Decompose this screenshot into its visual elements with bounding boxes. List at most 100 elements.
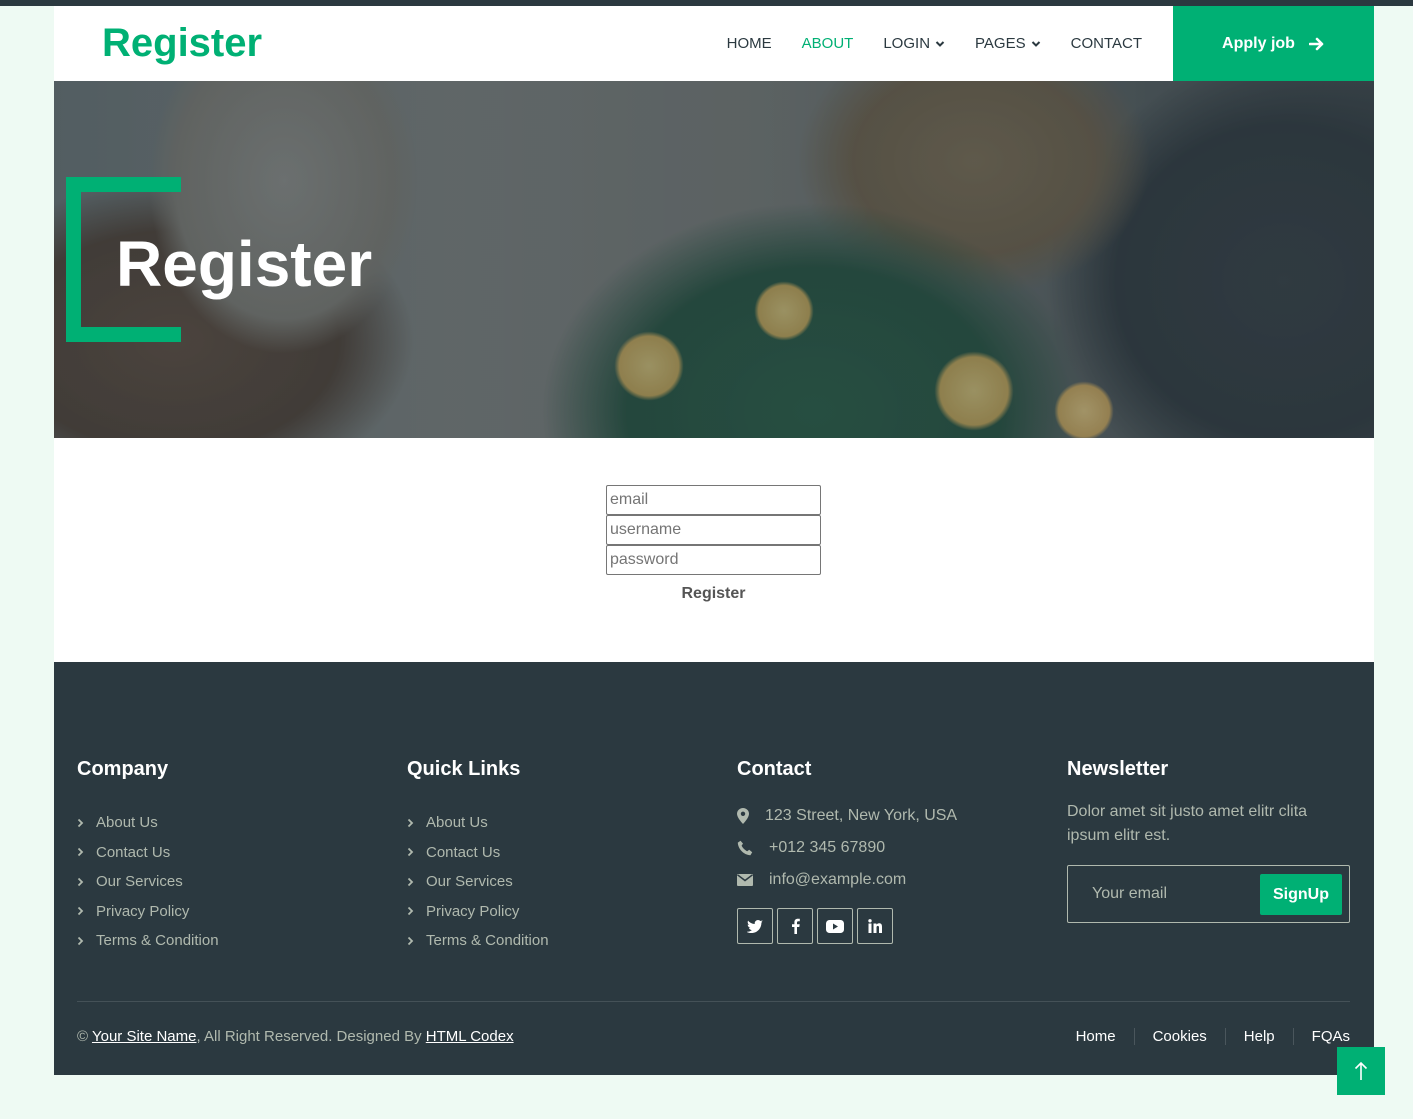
newsletter-form: SignUp: [1067, 865, 1350, 923]
designer-link[interactable]: HTML Codex: [426, 1028, 514, 1045]
linkedin-icon: [868, 919, 882, 933]
chevron-down-icon: [935, 40, 945, 47]
contact-email-text: info@example.com: [769, 871, 907, 888]
chevron-down-icon: [1031, 40, 1040, 47]
chevron-right-icon: [77, 818, 84, 827]
footer-link[interactable]: Contact Us: [407, 838, 549, 868]
copyright-text: , All Right Reserved. Designed By: [196, 1028, 422, 1045]
phone-icon: [737, 840, 769, 856]
nav-item-label: ABOUT: [801, 35, 854, 52]
twitter-button[interactable]: [737, 908, 773, 944]
footer-menu-cookies[interactable]: Cookies: [1133, 1028, 1225, 1045]
footer-link[interactable]: Our Services: [77, 867, 219, 897]
register-form: Register: [606, 485, 821, 603]
footer-link-label: Contact Us: [426, 843, 501, 861]
nav-item-home[interactable]: HOME: [727, 35, 772, 52]
nav-item-login[interactable]: LOGIN: [883, 35, 945, 52]
footer-link-label: About Us: [96, 814, 158, 832]
footer-link[interactable]: About Us: [407, 808, 549, 838]
map-marker-icon: [737, 808, 765, 824]
footer: Company About Us Contact Us Our Services…: [54, 662, 1374, 1075]
footer-menu: Home Cookies Help FQAs: [1058, 1028, 1350, 1045]
footer-link[interactable]: Terms & Condition: [407, 926, 549, 956]
main-content: Register: [54, 438, 1374, 662]
footer-link[interactable]: Our Services: [407, 867, 549, 897]
footer-menu-help[interactable]: Help: [1224, 1028, 1293, 1045]
contact-address: 123 Street, New York, USA: [737, 800, 957, 832]
password-field[interactable]: [606, 545, 821, 575]
nav-menu: HOME ABOUT LOGIN PAGES CONTACT: [697, 6, 1142, 81]
chevron-right-icon: [407, 848, 414, 857]
copyright-symbol: ©: [77, 1028, 89, 1045]
footer-link[interactable]: Privacy Policy: [407, 897, 549, 927]
footer-link[interactable]: Privacy Policy: [77, 897, 219, 927]
footer-divider: [77, 1001, 1350, 1002]
footer-heading: Company: [77, 758, 169, 780]
footer-link-label: Our Services: [96, 873, 183, 891]
apply-job-button[interactable]: Apply job: [1173, 6, 1374, 81]
footer-newsletter: Newsletter Dolor amet sit justo amet eli…: [1067, 758, 1350, 923]
footer-contact: Contact 123 Street, New York, USA +012 3…: [737, 758, 957, 944]
navbar: Register HOME ABOUT LOGIN PAGES CONTACT …: [54, 6, 1374, 81]
chevron-right-icon: [77, 848, 84, 857]
contact-email: info@example.com: [737, 864, 957, 896]
brand-logo[interactable]: Register: [102, 23, 262, 63]
social-links: [737, 908, 957, 944]
contact-address-text: 123 Street, New York, USA: [765, 807, 958, 824]
contact-phone: +012 345 67890: [737, 832, 957, 864]
username-field[interactable]: [606, 515, 821, 545]
envelope-icon: [737, 874, 769, 886]
arrow-right-icon: [1308, 37, 1324, 50]
footer-quick-links: Quick Links About Us Contact Us Our Serv…: [407, 758, 549, 956]
linkedin-button[interactable]: [857, 908, 893, 944]
footer-link-label: Our Services: [426, 873, 513, 891]
footer-heading: Newsletter: [1067, 758, 1169, 780]
chevron-right-icon: [407, 907, 414, 916]
back-to-top-button[interactable]: [1337, 1047, 1385, 1095]
twitter-icon: [747, 919, 763, 933]
footer-menu-faqs[interactable]: FQAs: [1292, 1028, 1350, 1045]
copyright: © Your Site Name, All Right Reserved. De…: [77, 1028, 514, 1045]
nav-item-label: HOME: [726, 35, 772, 52]
signup-button[interactable]: SignUp: [1260, 874, 1342, 915]
youtube-icon: [826, 919, 844, 933]
footer-link-label: Privacy Policy: [96, 902, 190, 920]
nav-item-pages[interactable]: PAGES: [975, 35, 1041, 52]
footer-link-label: Contact Us: [96, 843, 171, 861]
arrow-up-icon: [1354, 1061, 1368, 1080]
footer-menu-home[interactable]: Home: [1058, 1028, 1134, 1045]
footer-heading: Contact: [737, 758, 812, 780]
facebook-button[interactable]: [777, 908, 813, 944]
chevron-right-icon: [77, 877, 84, 886]
contact-phone-text: +012 345 67890: [769, 839, 886, 856]
nav-item-label: PAGES: [975, 35, 1026, 52]
footer-link-label: About Us: [426, 814, 488, 832]
page-title: Register: [116, 228, 373, 300]
nav-item-label: CONTACT: [1070, 35, 1142, 52]
chevron-right-icon: [407, 818, 414, 827]
footer-heading: Quick Links: [407, 758, 521, 780]
nav-item-label: LOGIN: [883, 35, 931, 52]
footer-link[interactable]: About Us: [77, 808, 219, 838]
youtube-button[interactable]: [817, 908, 853, 944]
chevron-right-icon: [407, 877, 414, 886]
newsletter-text: Dolor amet sit justo amet elitr clita ip…: [1067, 803, 1308, 844]
email-field[interactable]: [606, 485, 821, 515]
chevron-right-icon: [407, 936, 414, 945]
footer-link[interactable]: Terms & Condition: [77, 926, 219, 956]
apply-job-label: Apply job: [1222, 34, 1295, 52]
footer-link-label: Privacy Policy: [426, 902, 520, 920]
register-button[interactable]: Register: [606, 585, 821, 603]
footer-link-label: Terms & Condition: [96, 932, 219, 950]
facebook-icon: [791, 918, 800, 934]
nav-item-about[interactable]: ABOUT: [802, 35, 854, 52]
nav-item-contact[interactable]: CONTACT: [1071, 35, 1142, 52]
site-name-link[interactable]: Your Site Name: [92, 1028, 197, 1045]
footer-link[interactable]: Contact Us: [77, 838, 219, 868]
chevron-right-icon: [77, 936, 84, 945]
hero-banner: Register: [54, 81, 1374, 438]
footer-link-label: Terms & Condition: [426, 932, 549, 950]
newsletter-email-input[interactable]: [1080, 874, 1255, 914]
chevron-right-icon: [77, 907, 84, 916]
footer-company: Company About Us Contact Us Our Services…: [77, 758, 219, 956]
